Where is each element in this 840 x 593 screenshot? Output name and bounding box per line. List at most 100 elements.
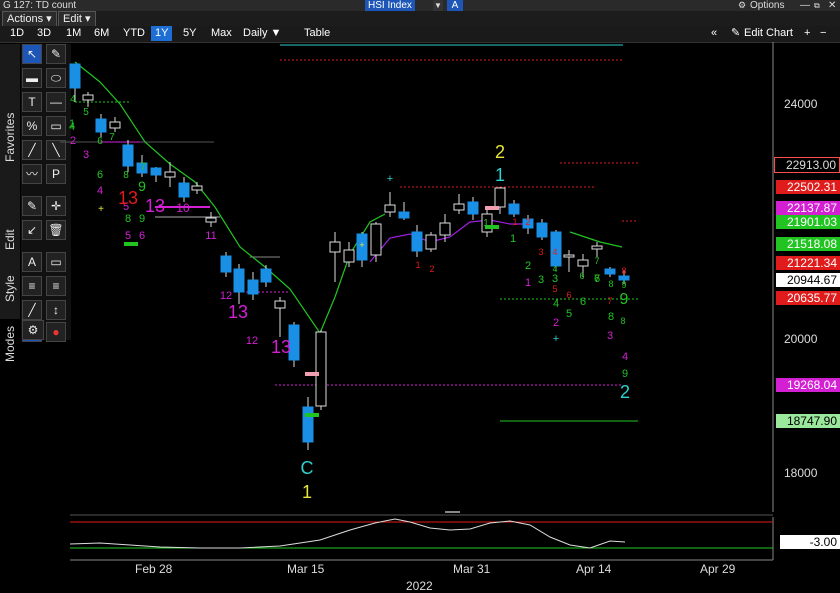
td-count-label: 6 <box>579 271 584 281</box>
security-name[interactable]: HSI Index <box>368 0 412 11</box>
td-count-label: + <box>98 204 104 215</box>
td-count-label: 9 <box>139 213 145 225</box>
x-axis-year: 2022 <box>406 579 433 593</box>
td-count-label: 7 <box>594 256 599 266</box>
setup-marker-pink <box>485 206 499 210</box>
window-title: G 127: TD count <box>3 0 77 11</box>
timeframe-1d[interactable]: 1D <box>10 26 24 41</box>
minimize-icon[interactable]: — <box>800 0 810 11</box>
timeframe-5y[interactable]: 5Y <box>183 26 196 41</box>
edit-menu-label[interactable]: Edit <box>63 13 82 25</box>
candle-body <box>205 217 217 223</box>
td-count-label: 2 <box>495 142 505 162</box>
timeframe-1m[interactable]: 1M <box>66 26 81 41</box>
candles-group <box>69 63 630 450</box>
actions-menu[interactable]: Actions ▾ <box>2 11 57 27</box>
close-icon[interactable]: ✕ <box>828 0 836 11</box>
timeframe-3d[interactable]: 3D <box>37 26 51 41</box>
candle-body <box>453 203 465 211</box>
table-button[interactable]: Table <box>304 26 330 41</box>
security-field[interactable]: HSI Index <box>365 0 415 11</box>
td-count-label: 12 <box>246 335 258 347</box>
td-count-label: 9 <box>138 178 146 194</box>
td-count-label: 2 <box>70 135 76 147</box>
price-chart: 45142 63764857913 138 95 61011121312 13C1211 2… <box>60 42 774 561</box>
oscillator-value-tag: -3.00 <box>780 535 840 549</box>
td-count-label: 5 <box>552 284 557 294</box>
td-labels-group: 45142 63764857913 138 95 61011121312 13C1211 2… <box>69 94 630 502</box>
td-count-label: 5 <box>125 230 131 242</box>
candle-body <box>260 268 272 283</box>
x-tick-apr14: Apr 14 <box>576 562 612 576</box>
gear-icon[interactable]: ⚙ <box>738 0 746 11</box>
td-count-label: 7 <box>140 161 146 173</box>
td-count-label: 4 <box>553 298 559 310</box>
td-count-label: 13 <box>145 196 165 216</box>
td-count-label: 7 <box>607 296 612 306</box>
candle-body <box>494 187 506 208</box>
candle-body <box>384 204 396 213</box>
td-count-label: C <box>301 458 314 478</box>
td-count-label: 5 <box>83 107 89 118</box>
menu-bar: Actions ▾ Edit ▾ <box>0 11 840 27</box>
td-count-label: 8 <box>125 213 131 225</box>
price-tag-21518: 21518.08 <box>776 237 840 251</box>
candle-body <box>150 167 162 176</box>
candle-body <box>109 121 121 129</box>
td-count-label: 10 <box>176 201 190 215</box>
security-suffix[interactable]: A <box>447 0 463 11</box>
security-dropdown-icon[interactable]: ▼ <box>433 0 443 11</box>
period-value[interactable]: Daily <box>243 27 267 39</box>
candle-body <box>274 300 286 309</box>
candle-body <box>577 259 589 267</box>
edit-chart-pencil-icon[interactable]: ✎ <box>731 26 740 41</box>
td-count-label: + <box>359 240 364 250</box>
td-count-label: 8 <box>608 279 613 289</box>
td-count-label: 1 <box>510 233 516 245</box>
candle-body <box>82 94 94 101</box>
edit-menu[interactable]: Edit ▾ <box>58 11 96 27</box>
title-bar: G 127: TD count HSI Index ▼ A ⚙ Options … <box>0 0 840 11</box>
candle-body <box>343 249 355 263</box>
td-count-label: 1 <box>302 482 312 502</box>
edit-chart-button[interactable]: Edit Chart <box>744 26 793 41</box>
collapse-icon[interactable]: « <box>711 26 717 41</box>
x-tick-apr29: Apr 29 <box>700 562 736 576</box>
td-count-label: 1 <box>525 277 531 289</box>
candle-body <box>95 118 107 133</box>
candle-body <box>591 245 603 250</box>
timeframe-ytd[interactable]: YTD <box>123 26 145 41</box>
timeframe-max[interactable]: Max <box>211 26 232 41</box>
period-select[interactable]: Daily ▼ <box>243 26 281 41</box>
td-count-label: 2 <box>525 217 530 227</box>
restore-icon[interactable]: ⧉ <box>814 0 820 11</box>
y-tick-24000: 24000 <box>784 97 818 111</box>
td-count-label: 4 <box>69 121 75 133</box>
candle-body <box>178 182 190 198</box>
td-count-label: 13 <box>118 188 138 208</box>
options-menu[interactable]: Options <box>750 0 784 11</box>
candle-body <box>302 406 314 443</box>
actions-menu-label[interactable]: Actions <box>7 13 43 25</box>
x-tick-feb28: Feb 28 <box>135 562 173 576</box>
price-tag-22502: 22502.31 <box>776 180 840 194</box>
candle-body <box>467 201 479 215</box>
td-count-label: 12 <box>220 290 232 302</box>
td-count-label: 3 <box>538 247 543 257</box>
td-count-label: 3 <box>538 274 544 286</box>
candle-body <box>563 254 575 258</box>
td-count-label: 2 <box>553 317 559 329</box>
candle-body <box>247 279 259 295</box>
td-count-label: 9 <box>621 280 626 290</box>
zoom-out-icon[interactable]: − <box>820 26 826 41</box>
candle-body <box>233 268 245 293</box>
y-tick-20000: 20000 <box>784 332 818 346</box>
timeframe-6m[interactable]: 6M <box>94 26 109 41</box>
candle-body <box>536 222 548 238</box>
price-tag-22913: 22913.00 <box>774 157 840 173</box>
candle-body <box>315 331 327 407</box>
timeframe-1y[interactable]: 1Y <box>151 26 173 41</box>
td-count-label: 2 <box>429 264 434 274</box>
zoom-in-icon[interactable]: + <box>804 26 810 41</box>
td-count-label: 1 <box>495 165 505 185</box>
